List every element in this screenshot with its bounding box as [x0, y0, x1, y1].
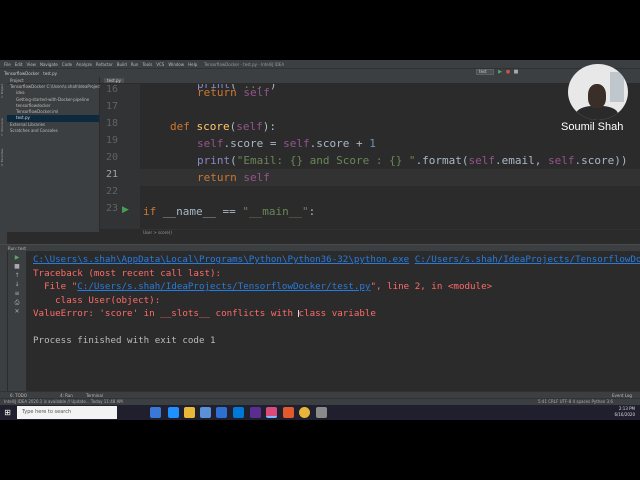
window-title: TensorflowDocker - test.py - IntelliJ ID… [204, 61, 285, 67]
tree-item-scratches[interactable]: Scratches and Consoles [7, 128, 99, 134]
menu-vcs[interactable]: VCS [156, 62, 164, 67]
console-error: ValueError: 'score' in __slots__ conflic… [33, 308, 376, 319]
navigation-bar: TensorflowDocker test.py [0, 68, 640, 77]
clock-date: 6/16/2020 [614, 412, 635, 417]
menu-navigate[interactable]: Navigate [40, 62, 58, 67]
presenter-head [588, 84, 606, 108]
menu-edit[interactable]: Edit [15, 62, 23, 67]
system-tray[interactable]: 2:13 PM 6/16/2020 [614, 406, 635, 418]
app-icon[interactable] [233, 407, 244, 418]
presenter-webcam [568, 64, 628, 120]
file-explorer-icon[interactable] [184, 407, 195, 418]
stop-icon[interactable]: ■ [12, 263, 22, 270]
structure-tool-tab[interactable]: 7: Structure [0, 117, 7, 137]
windows-start-icon[interactable]: ⊞ [0, 405, 15, 420]
console-class-line: class User(object): [33, 294, 161, 306]
console-exit-message: Process finished with exit code 1 [33, 335, 216, 346]
breadcrumb-project[interactable]: TensorflowDocker [4, 71, 39, 76]
menu-build[interactable]: Build [117, 62, 127, 67]
menu-refactor[interactable]: Refactor [96, 62, 113, 67]
editor-gutter: 16 17 18 19 20 21 22 23 ▶ [100, 84, 140, 229]
line-number: 19 [105, 135, 118, 146]
taskbar-search-input[interactable]: Type here to search [17, 406, 117, 419]
line-number: 16 [105, 84, 118, 95]
line-number: 23 [105, 203, 118, 214]
run-toolbar: ▶ ■ ↑ ↓ ≡ ⎙ ✕ [8, 251, 26, 391]
code-editor[interactable]: print("...") return self def score(self)… [140, 84, 640, 229]
window-background [610, 72, 624, 102]
console-command-line: C:\Users\s.shah\AppData\Local\Programs\P… [33, 253, 640, 267]
line-number: 20 [105, 152, 118, 163]
menu-bar: File Edit View Navigate Code Analyze Ref… [0, 60, 640, 68]
menu-help[interactable]: Help [188, 62, 197, 67]
store-icon[interactable] [200, 407, 211, 418]
task-view-icon[interactable] [150, 407, 161, 418]
code-line: return self [197, 86, 270, 99]
left-tool-strip: 1: Project 7: Structure 2: Favorites [0, 77, 7, 397]
test-py-link[interactable]: C:/Users/s.shah/IdeaProjects/TensorflowD… [77, 281, 370, 292]
editor-tab-bar: test.py [100, 77, 640, 84]
bottom-tool-tabs: 6: TODO 4: Run Terminal Event Log [0, 391, 640, 398]
line-number-current: 21 [105, 169, 118, 180]
mouse-cursor [298, 310, 299, 317]
menu-tools[interactable]: Tools [142, 62, 152, 67]
script-path-link[interactable]: C:/Users/s.shah/IdeaProjects/TensorflowD… [415, 254, 640, 265]
line-number: 17 [105, 101, 118, 112]
run-console[interactable]: C:\Users\s.shah\AppData\Local\Programs\P… [26, 251, 640, 391]
edge-icon[interactable] [168, 407, 179, 418]
presenter-body [576, 106, 618, 120]
scroll-down-icon[interactable]: ↓ [12, 281, 22, 288]
menu-view[interactable]: View [26, 62, 36, 67]
code-line: self.score = self.score + 1 [197, 137, 376, 150]
rerun-icon[interactable]: ▶ [12, 254, 22, 261]
code-line: if __name__ == "__main__": [143, 205, 316, 218]
tree-item-getting-started[interactable]: Getting-started-with-Docker-pipeline [7, 97, 99, 103]
app-icon[interactable] [283, 407, 294, 418]
menu-analyze[interactable]: Analyze [76, 62, 92, 67]
presenter-name: Soumil Shah [561, 121, 624, 133]
status-bar: IntelliJ IDEA 2020.1 is available // Upd… [0, 398, 640, 405]
line-number: 22 [105, 186, 118, 197]
project-panel-header[interactable]: Project [7, 77, 99, 84]
code-line: print("Email: {} and Score : {} ".format… [197, 154, 628, 167]
favorites-tool-tab[interactable]: 2: Favorites [0, 147, 7, 167]
scroll-up-icon[interactable]: ↑ [12, 272, 22, 279]
menu-window[interactable]: Window [168, 62, 184, 67]
menu-file[interactable]: File [4, 62, 11, 67]
windows-taskbar: ⊞ Type here to search 2:13 PM 6/16/2020 [0, 405, 640, 420]
console-traceback: Traceback (most recent call last): [33, 267, 222, 279]
project-panel: Project TensorflowDocker C:\Users\s.shah… [7, 77, 103, 232]
editor-tab-test-py[interactable]: test.py [104, 78, 124, 83]
menu-run[interactable]: Run [131, 62, 139, 67]
run-config-select[interactable]: test [476, 69, 494, 75]
ide-window: File Edit View Navigate Code Analyze Ref… [0, 60, 640, 420]
trash-icon[interactable]: ✕ [12, 308, 22, 315]
editor-breadcrumb[interactable]: User > score() [140, 229, 640, 236]
intellij-icon[interactable] [266, 407, 277, 418]
breadcrumb-file[interactable]: test.py [43, 71, 57, 76]
print-icon[interactable]: ⎙ [12, 299, 22, 306]
code-line: def score(self): [170, 120, 276, 133]
run-panel-header: Run: test [0, 244, 640, 251]
mail-icon[interactable] [216, 407, 227, 418]
chrome-icon[interactable] [299, 407, 310, 418]
menu-code[interactable]: Code [62, 62, 72, 67]
file-suffix: ", line 2, in <module> [370, 281, 493, 292]
wrap-icon[interactable]: ≡ [12, 290, 22, 297]
code-line: return self [197, 171, 270, 184]
line-number: 18 [105, 118, 118, 129]
app-icon[interactable] [316, 407, 327, 418]
console-file-line: File "C:/Users/s.shah/IdeaProjects/Tenso… [33, 280, 492, 294]
python-exe-link[interactable]: C:\Users\s.shah\AppData\Local\Programs\P… [33, 254, 409, 265]
debug-icon[interactable]: ● [505, 69, 511, 75]
stop-icon[interactable]: ■ [513, 69, 519, 75]
teams-icon[interactable] [250, 407, 261, 418]
file-prefix: File " [33, 281, 78, 292]
project-tool-tab[interactable]: 1: Project [0, 81, 7, 101]
run-gutter-icon[interactable]: ▶ [122, 205, 129, 215]
run-icon[interactable]: ▶ [497, 69, 503, 75]
